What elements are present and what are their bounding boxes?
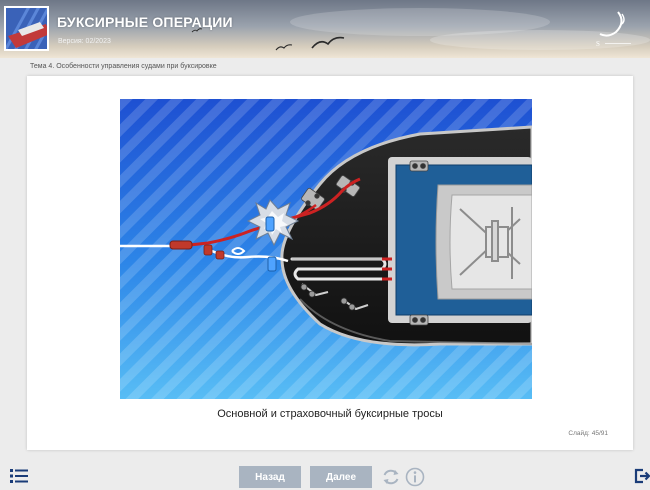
course-logo-icon [4, 6, 49, 51]
bitt-bottom [409, 314, 429, 326]
slide-caption: Основной и страховочный буксирные тросы [217, 408, 443, 420]
reload-icon[interactable] [381, 467, 401, 487]
brand-logo-icon: S [596, 11, 631, 48]
rope-thimble [169, 240, 193, 250]
topic-breadcrumb: Тема 4. Особенности управления судами пр… [30, 63, 217, 70]
fairlead [265, 216, 275, 232]
towing-lines-illustration [120, 99, 532, 399]
app-title: БУКСИРНЫЕ ОПЕРАЦИИ [57, 14, 233, 30]
slide-counter-label: Слайд: [568, 430, 590, 437]
back-button[interactable]: Назад [239, 466, 301, 488]
header-banner: БУКСИРНЫЕ ОПЕРАЦИИ Версия: 02/2023 S [0, 0, 650, 58]
exit-icon[interactable] [634, 468, 650, 484]
next-button[interactable]: Далее [310, 466, 372, 488]
slide-counter: Слайд: 45/91 [566, 430, 608, 437]
slide-counter-value: 45/91 [591, 430, 608, 437]
app-version: Версия: 02/2023 [58, 38, 111, 45]
slide-card: Основной и страховочный буксирные тросы … [27, 76, 633, 450]
bitt-top-right [409, 160, 429, 172]
svg-text:S: S [596, 40, 602, 48]
list-menu-icon[interactable] [10, 468, 28, 484]
info-icon[interactable] [405, 467, 425, 487]
